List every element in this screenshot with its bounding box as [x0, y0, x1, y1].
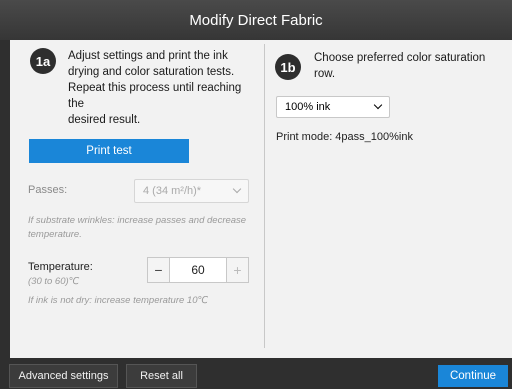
- temperature-stepper[interactable]: − 60 +: [147, 257, 249, 283]
- footer-bar: Advanced settings Reset all Continue: [0, 358, 512, 389]
- instruction-line: desired result.: [68, 114, 141, 126]
- continue-button[interactable]: Continue: [438, 365, 508, 387]
- instruction-line: Repeat this process until reaching the: [68, 82, 242, 110]
- chevron-down-icon: [232, 184, 242, 194]
- reset-all-button[interactable]: Reset all: [126, 364, 197, 388]
- instruction-line: Choose preferred color saturation: [314, 52, 486, 64]
- column-divider: [264, 44, 265, 348]
- continue-label: Continue: [449, 370, 497, 382]
- hint-line: If substrate wrinkles: increase passes a…: [28, 215, 247, 226]
- step-1b-badge-text: 1b: [280, 59, 296, 75]
- ink-saturation-value: 100% ink: [285, 101, 331, 113]
- passes-select[interactable]: 4 (34 m²/h)*: [134, 179, 249, 203]
- window-title: Modify Direct Fabric: [189, 11, 323, 29]
- step-1a-badge: 1a: [30, 48, 56, 74]
- instruction-line: row.: [314, 68, 336, 80]
- print-test-button[interactable]: Print test: [29, 139, 189, 163]
- advanced-settings-label: Advanced settings: [18, 370, 109, 382]
- chevron-down-icon: [373, 100, 383, 110]
- step-1b-badge: 1b: [275, 54, 301, 80]
- passes-select-value: 4 (34 m²/h)*: [143, 185, 202, 197]
- passes-label: Passes:: [28, 184, 68, 196]
- temperature-range: (30 to 60)℃: [28, 276, 80, 287]
- temperature-hint: If ink is not dry: increase temperature …: [28, 295, 209, 306]
- increase-temperature-button[interactable]: +: [226, 258, 248, 282]
- instruction-line: Adjust settings and print the ink: [68, 50, 228, 62]
- print-test-button-label: Print test: [86, 145, 132, 157]
- temperature-label: Temperature:: [28, 261, 93, 273]
- step-1b-instructions: Choose preferred color saturation row.: [314, 50, 504, 82]
- decrease-temperature-button[interactable]: −: [148, 258, 170, 282]
- hint-line: temperature.: [28, 229, 82, 240]
- temperature-value[interactable]: 60: [170, 258, 226, 282]
- step-1a-instructions: Adjust settings and print the ink drying…: [68, 48, 258, 128]
- instruction-line: drying and color saturation tests.: [68, 66, 235, 78]
- print-mode-label: Print mode: 4pass_100%ink: [276, 131, 413, 143]
- title-bar: Modify Direct Fabric: [0, 0, 512, 40]
- passes-hint: If substrate wrinkles: increase passes a…: [28, 214, 258, 242]
- step-1a-badge-text: 1a: [35, 53, 51, 69]
- reset-all-label: Reset all: [140, 370, 183, 382]
- ink-saturation-select[interactable]: 100% ink: [276, 96, 390, 118]
- advanced-settings-button[interactable]: Advanced settings: [9, 364, 118, 388]
- main-panel: 1a Adjust settings and print the ink dry…: [10, 40, 512, 358]
